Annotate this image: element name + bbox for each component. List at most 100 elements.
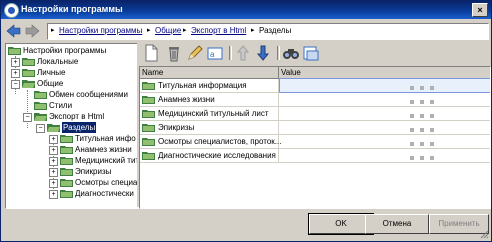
rename-icon[interactable]: a xyxy=(206,44,224,62)
properties-icon[interactable] xyxy=(302,44,320,62)
move-down-icon[interactable] xyxy=(254,44,272,62)
expand-icon[interactable]: + xyxy=(49,190,58,199)
settings-tree[interactable]: Настройки программы + Локальные + Личные… xyxy=(5,43,139,209)
find-icon[interactable] xyxy=(282,44,300,62)
column-header-value[interactable]: Value xyxy=(279,67,490,78)
breadcrumb-arrow: ▸ xyxy=(251,27,255,34)
breadcrumb-item-settings[interactable]: Настройки программы xyxy=(59,26,142,35)
tree-item-label: Эпикризы xyxy=(75,167,112,176)
breadcrumb-arrow: ▸ xyxy=(147,27,151,34)
app-icon xyxy=(4,3,19,18)
row-name: Осмотры специалистов, проток... xyxy=(158,137,282,146)
placeholder-dots xyxy=(404,153,434,162)
expand-icon[interactable]: + xyxy=(49,179,58,188)
folder-icon xyxy=(60,189,73,198)
collapse-icon[interactable]: − xyxy=(23,113,32,122)
table-row[interactable]: Эпикризы xyxy=(140,121,490,135)
folder-icon xyxy=(60,178,73,187)
tree-line xyxy=(27,90,28,128)
back-arrow-icon[interactable] xyxy=(5,23,21,39)
delete-icon[interactable] xyxy=(165,44,183,62)
row-value[interactable] xyxy=(280,135,490,148)
folder-icon xyxy=(34,101,47,110)
svg-text:a: a xyxy=(210,50,215,59)
placeholder-dots xyxy=(404,139,434,148)
folder-icon xyxy=(60,167,73,176)
tree-item-label: Диагностически xyxy=(75,189,134,198)
resize-grip-icon[interactable] xyxy=(479,229,489,239)
table-row[interactable]: Медицинский титульный лист xyxy=(140,107,490,121)
row-value[interactable] xyxy=(280,93,490,106)
table-row[interactable]: Титульная информация xyxy=(140,78,490,93)
folder-icon xyxy=(142,137,155,146)
placeholder-dots xyxy=(404,97,434,106)
breadcrumb-item-general[interactable]: Общие xyxy=(155,26,181,35)
row-name: Медицинский титульный лист xyxy=(158,109,269,118)
toolbar: a xyxy=(139,43,491,65)
collapse-icon[interactable]: − xyxy=(36,124,45,133)
ok-button[interactable]: OK xyxy=(308,213,374,235)
row-value[interactable] xyxy=(280,149,490,162)
breadcrumb-arrow: ▸ xyxy=(183,27,187,34)
placeholder-dots xyxy=(404,125,434,134)
breadcrumb-arrow: ▸ xyxy=(51,27,55,34)
expand-icon[interactable]: + xyxy=(49,146,58,155)
folder-icon xyxy=(142,151,155,160)
edit-pencil-icon[interactable] xyxy=(186,44,204,62)
expand-icon[interactable]: + xyxy=(49,157,58,166)
row-value[interactable] xyxy=(280,121,490,134)
table-row[interactable]: Анамнез жизни xyxy=(140,93,490,107)
title-bar: Настройки программы × xyxy=(1,1,491,19)
folder-icon xyxy=(22,68,35,77)
folder-icon xyxy=(22,57,35,66)
expand-icon[interactable]: + xyxy=(11,58,20,67)
folder-icon xyxy=(142,81,155,90)
tree-item-label: Медицинский тит xyxy=(75,156,139,165)
column-header-name[interactable]: Name xyxy=(140,67,279,78)
placeholder-dots xyxy=(404,83,434,92)
tree-item-label: Локальные xyxy=(37,57,79,66)
cancel-button[interactable]: Отмена xyxy=(365,214,429,234)
collapse-icon[interactable]: − xyxy=(11,80,20,89)
navigation-bar: ▸ Настройки программы ▸ Общие ▸ Экспорт … xyxy=(1,20,491,42)
folder-open-icon xyxy=(47,123,60,132)
grid-header: Name Value xyxy=(140,67,490,79)
folder-icon xyxy=(60,145,73,154)
breadcrumb-item-sections: Разделы xyxy=(259,26,292,35)
placeholder-dots xyxy=(404,111,434,120)
tree-item-label: Общие xyxy=(37,79,64,88)
details-panel: a Name Value Титульная информация Анамне… xyxy=(139,43,491,209)
move-up-icon[interactable] xyxy=(234,44,252,62)
row-name: Анамнез жизни xyxy=(158,95,215,104)
settings-window: Настройки программы × ▸ Настройки програ… xyxy=(0,0,492,242)
new-document-icon[interactable] xyxy=(142,44,160,62)
toolbar-separator xyxy=(277,46,280,60)
folder-open-icon xyxy=(22,79,35,88)
tree-item-label: Осмотры специа xyxy=(75,178,138,187)
toolbar-separator xyxy=(229,46,232,60)
folder-icon xyxy=(34,90,47,99)
row-name: Титульная информация xyxy=(158,81,247,90)
table-row[interactable]: Диагностические исследования xyxy=(140,149,490,163)
folder-icon xyxy=(60,134,73,143)
folder-icon xyxy=(142,95,155,104)
folder-icon xyxy=(60,156,73,165)
forward-arrow-icon[interactable] xyxy=(25,23,41,39)
tree-item-label: Личные xyxy=(37,68,66,77)
expand-icon[interactable]: + xyxy=(11,69,20,78)
table-row[interactable]: Осмотры специалистов, проток... xyxy=(140,135,490,149)
breadcrumb-item-html-export[interactable]: Экспорт в Html xyxy=(191,26,246,35)
tree-item-label: Экспорт в Html xyxy=(49,112,105,121)
row-name: Диагностические исследования xyxy=(158,151,276,160)
row-value[interactable] xyxy=(280,107,490,120)
expand-icon[interactable]: + xyxy=(49,168,58,177)
expand-icon[interactable]: + xyxy=(49,135,58,144)
tree-item-label: Стили xyxy=(49,101,73,110)
tree-item-label: Титульная инфо xyxy=(75,134,136,143)
row-value[interactable] xyxy=(279,78,490,93)
close-icon[interactable]: × xyxy=(472,3,488,17)
tree-item-label: Настройки программы xyxy=(23,46,107,55)
window-title: Настройки программы xyxy=(21,4,123,14)
properties-grid[interactable]: Name Value Титульная информация Анамнез … xyxy=(139,66,491,209)
folder-icon xyxy=(8,46,21,55)
